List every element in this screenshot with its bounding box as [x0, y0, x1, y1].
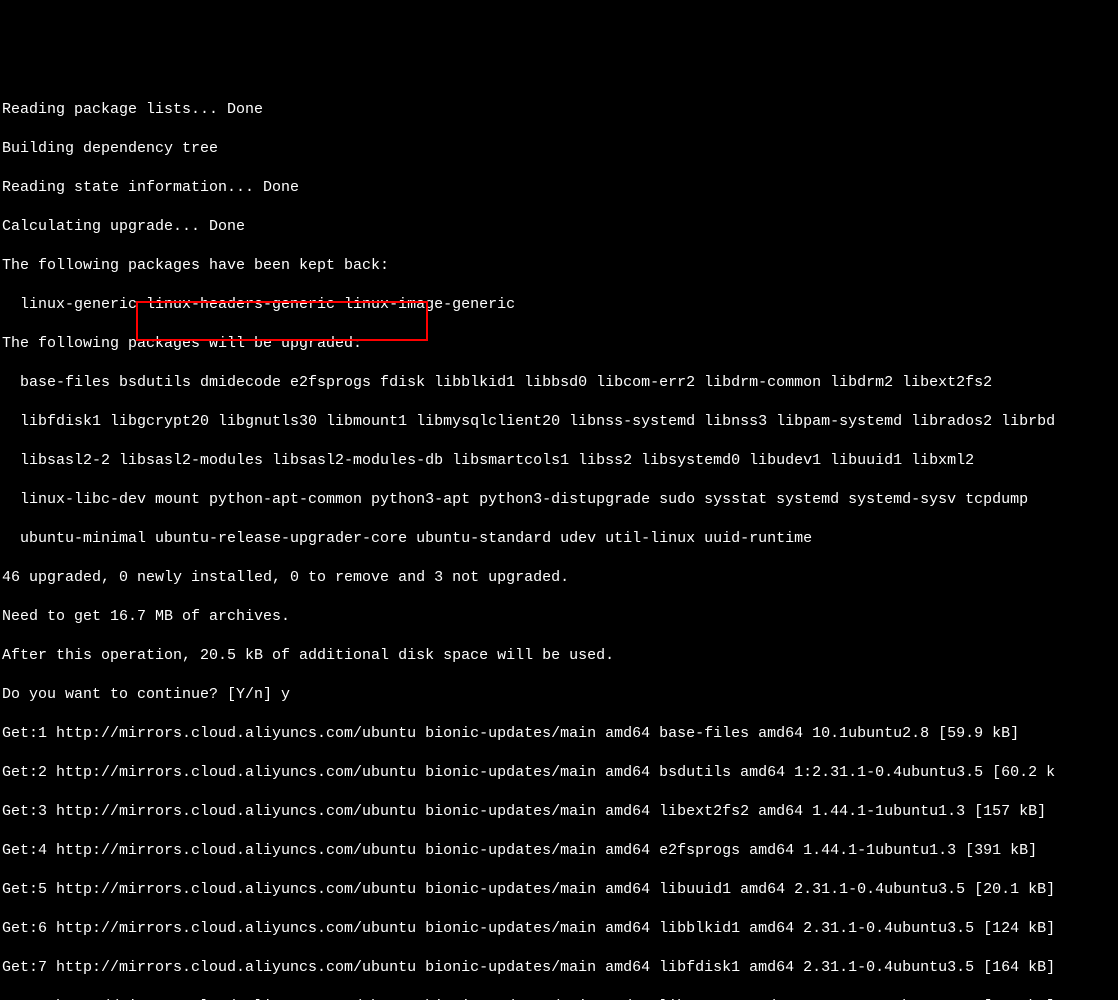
terminal-output[interactable]: Reading package lists... Done Building d…	[0, 78, 1118, 1000]
output-line: base-files bsdutils dmidecode e2fsprogs …	[2, 373, 1116, 393]
output-line: linux-libc-dev mount python-apt-common p…	[2, 490, 1116, 510]
output-line: Calculating upgrade... Done	[2, 217, 1116, 237]
prompt-line[interactable]: Do you want to continue? [Y/n] y	[2, 685, 1116, 705]
output-line: Get:2 http://mirrors.cloud.aliyuncs.com/…	[2, 763, 1116, 783]
output-line: Reading package lists... Done	[2, 100, 1116, 120]
output-line: Get:5 http://mirrors.cloud.aliyuncs.com/…	[2, 880, 1116, 900]
output-line: Get:1 http://mirrors.cloud.aliyuncs.com/…	[2, 724, 1116, 744]
output-line: Get:8 http://mirrors.cloud.aliyuncs.com/…	[2, 997, 1116, 1000]
output-line: Reading state information... Done	[2, 178, 1116, 198]
output-line: Building dependency tree	[2, 139, 1116, 159]
output-line: Get:6 http://mirrors.cloud.aliyuncs.com/…	[2, 919, 1116, 939]
output-line: libsasl2-2 libsasl2-modules libsasl2-mod…	[2, 451, 1116, 471]
output-line: 46 upgraded, 0 newly installed, 0 to rem…	[2, 568, 1116, 588]
output-line: Get:4 http://mirrors.cloud.aliyuncs.com/…	[2, 841, 1116, 861]
output-line: After this operation, 20.5 kB of additio…	[2, 646, 1116, 666]
output-line: The following packages have been kept ba…	[2, 256, 1116, 276]
output-line: ubuntu-minimal ubuntu-release-upgrader-c…	[2, 529, 1116, 549]
output-line: Get:3 http://mirrors.cloud.aliyuncs.com/…	[2, 802, 1116, 822]
output-line: Get:7 http://mirrors.cloud.aliyuncs.com/…	[2, 958, 1116, 978]
output-line: Need to get 16.7 MB of archives.	[2, 607, 1116, 627]
output-line: linux-generic linux-headers-generic linu…	[2, 295, 1116, 315]
output-line: The following packages will be upgraded:	[2, 334, 1116, 354]
output-line: libfdisk1 libgcrypt20 libgnutls30 libmou…	[2, 412, 1116, 432]
